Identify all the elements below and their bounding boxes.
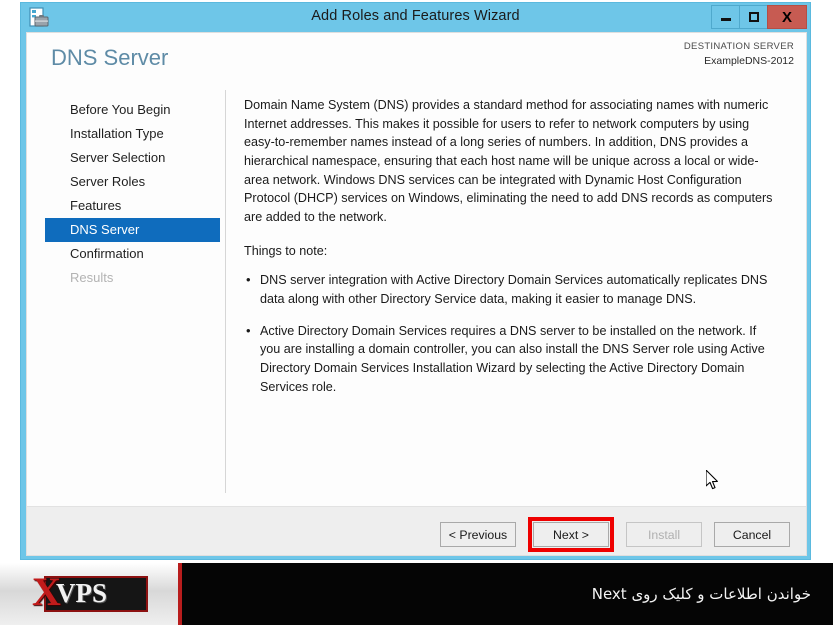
sidebar-item-server-roles[interactable]: Server Roles — [45, 170, 220, 194]
things-to-note-heading: Things to note: — [244, 244, 328, 259]
logo-x-text: X — [32, 569, 61, 614]
bullet-icon: • — [246, 272, 251, 288]
minimize-icon — [720, 18, 731, 21]
title-bar[interactable]: Add Roles and Features Wizard X — [21, 3, 810, 32]
sidebar-item-confirmation[interactable]: Confirmation — [45, 242, 220, 266]
next-button[interactable]: Next > — [533, 522, 609, 547]
wizard-content-pane: Domain Name System (DNS) provides a stan… — [226, 84, 806, 507]
previous-button[interactable]: < Previous — [440, 522, 516, 547]
close-button[interactable]: X — [767, 5, 807, 29]
wizard-header: DNS Server DESTINATION SERVER ExampleDNS… — [27, 33, 806, 84]
wizard-step-navigation: Before You Begin Installation Type Serve… — [27, 84, 225, 507]
xvps-logo: VPS X — [30, 569, 148, 614]
destination-server-label: DESTINATION SERVER — [683, 41, 794, 52]
bullet-icon: • — [246, 322, 251, 338]
sidebar-item-before-you-begin[interactable]: Before You Begin — [45, 98, 220, 122]
next-button-highlight-annotation: Next > — [528, 517, 614, 552]
note-text: DNS server integration with Active Direc… — [260, 273, 768, 306]
things-to-note-list: • DNS server integration with Active Dir… — [244, 271, 778, 396]
list-item: • Active Directory Domain Services requi… — [244, 322, 778, 397]
logo-vps-text: VPS — [56, 578, 108, 608]
dns-intro-paragraph: Domain Name System (DNS) provides a stan… — [244, 98, 773, 224]
cancel-button[interactable]: Cancel — [714, 522, 790, 547]
minimize-button[interactable] — [711, 5, 740, 29]
desktop-background: Add Roles and Features Wizard X DNS Serv… — [0, 0, 833, 625]
page-title: DNS Server — [51, 45, 169, 70]
note-text: Active Directory Domain Services require… — [260, 323, 765, 394]
window-controls: X — [711, 5, 807, 29]
sidebar-item-dns-server[interactable]: DNS Server — [45, 218, 220, 242]
sidebar-item-installation-type[interactable]: Installation Type — [45, 122, 220, 146]
install-button: Install — [626, 522, 702, 547]
bottom-banner: VPS X خواندن اطلاعات و کلیک روی Next — [0, 563, 833, 625]
wizard-body: Before You Begin Installation Type Serve… — [27, 84, 806, 507]
banner-instruction-text: خواندن اطلاعات و کلیک روی Next — [591, 585, 811, 603]
wizard-footer: < Previous Next > Install Cancel — [27, 506, 806, 555]
list-item: • DNS server integration with Active Dir… — [244, 271, 778, 308]
brand-logo-pane: VPS X — [0, 563, 182, 625]
destination-server-block: DESTINATION SERVER ExampleDNS-2012 — [684, 41, 794, 68]
wizard-button-row: < Previous Next > Install Cancel — [440, 517, 790, 552]
window-title: Add Roles and Features Wizard — [311, 8, 520, 24]
sidebar-item-results: Results — [70, 270, 114, 285]
sidebar-item-server-selection[interactable]: Server Selection — [45, 146, 220, 170]
wizard-client-area: DNS Server DESTINATION SERVER ExampleDNS… — [26, 32, 807, 556]
destination-server-value: ExampleDNS-2012 — [704, 54, 794, 67]
add-roles-and-features-wizard-window: Add Roles and Features Wizard X DNS Serv… — [20, 2, 811, 560]
sidebar-item-features[interactable]: Features — [45, 194, 220, 218]
maximize-button[interactable] — [739, 5, 768, 29]
maximize-icon — [748, 12, 759, 22]
